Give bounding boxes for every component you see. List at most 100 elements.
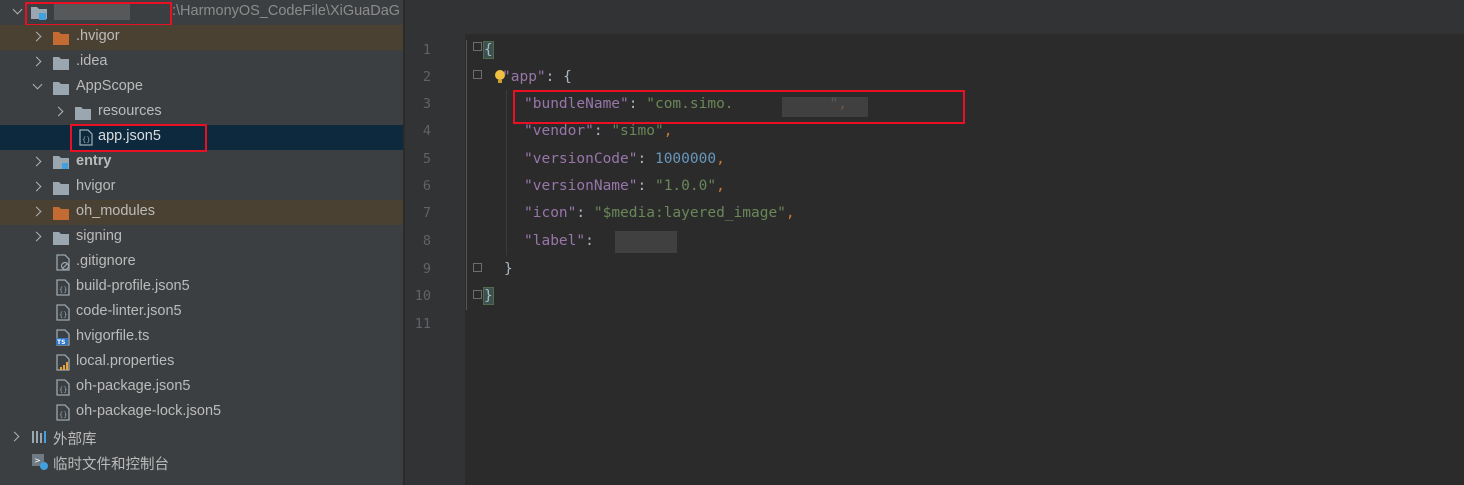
colon: : xyxy=(637,178,655,194)
colon: : xyxy=(545,69,564,85)
tree-item-appscope[interactable]: AppScope xyxy=(0,75,403,100)
chevron-right-icon[interactable] xyxy=(30,200,46,225)
comma: , xyxy=(785,205,795,221)
chevron-right-icon[interactable] xyxy=(30,175,46,200)
tree-item-resources[interactable]: resources xyxy=(0,100,403,125)
code-text: "app": { xyxy=(502,69,572,85)
highlight-box-project-root xyxy=(25,2,172,26)
chevron-down-icon[interactable] xyxy=(10,0,26,25)
json-string-value: "$media:layered_image" xyxy=(593,205,786,221)
line-number: 8 xyxy=(422,233,431,249)
code-text: "versionCode": 1000000, xyxy=(524,151,725,167)
code-text: { xyxy=(483,41,494,59)
code-line-7: 7 "icon": "$media:layered_image", xyxy=(405,200,1464,227)
scratches-icon: > xyxy=(31,453,48,470)
line-number: 1 xyxy=(422,42,431,58)
json5-file-icon: {} xyxy=(55,379,71,396)
json-number-value: 1000000 xyxy=(654,151,717,167)
chevron-right-icon[interactable] xyxy=(8,425,24,450)
chevron-right-icon[interactable] xyxy=(30,50,46,75)
tree-item-label: entry xyxy=(76,153,112,169)
json-key: "label" xyxy=(524,233,586,249)
open-brace: { xyxy=(483,41,494,59)
line-number: 10 xyxy=(414,288,431,304)
tree-item-entry[interactable]: entry xyxy=(0,150,403,175)
code-line-2: 2 "app": { xyxy=(405,64,1464,91)
tree-item-label: oh-package-lock.json5 xyxy=(76,403,222,419)
redacted-label-value xyxy=(615,231,677,253)
tree-item-oh-package[interactable]: {} oh-package.json5 xyxy=(0,375,403,400)
code-line-6: 6 "versionName": "1.0.0", xyxy=(405,173,1464,200)
tree-item-oh-modules[interactable]: oh_modules xyxy=(0,200,403,225)
json5-file-icon: {} xyxy=(55,404,71,421)
json5-file-icon: {} xyxy=(55,304,71,321)
project-tree-panel: :\HarmonyOS_CodeFile\XiGuaDaG .hvigor .i… xyxy=(0,0,403,485)
tree-item-idea[interactable]: .idea xyxy=(0,50,403,75)
code-line-10: 10 } xyxy=(405,283,1464,310)
tree-item-code-linter[interactable]: {} code-linter.json5 xyxy=(0,300,403,325)
tree-item-hvigor[interactable]: hvigor xyxy=(0,175,403,200)
code-line-8: 8 "label": xyxy=(405,228,1464,255)
chevron-down-icon[interactable] xyxy=(30,75,46,100)
editor-top-strip xyxy=(405,0,1464,34)
line-number: 5 xyxy=(422,151,431,167)
code-text: "icon": "$media:layered_image", xyxy=(524,205,795,221)
tree-item-hvigorfile[interactable]: TS hvigorfile.ts xyxy=(0,325,403,350)
svg-text:>: > xyxy=(34,456,41,465)
tree-item-signing[interactable]: signing xyxy=(0,225,403,250)
tree-item-label: hvigor xyxy=(76,178,116,194)
tree-item-label: oh-package.json5 xyxy=(76,378,191,394)
line-number: 6 xyxy=(422,178,431,194)
tree-item-label: .gitignore xyxy=(76,253,136,269)
chevron-right-icon[interactable] xyxy=(52,100,68,125)
line-number: 3 xyxy=(422,96,431,112)
json-string-value: "simo" xyxy=(611,123,664,139)
highlight-box-bundle-name xyxy=(513,90,965,124)
tree-item-oh-package-lock[interactable]: {} oh-package-lock.json5 xyxy=(0,400,403,425)
chevron-right-icon[interactable] xyxy=(30,225,46,250)
folder-icon xyxy=(75,105,91,120)
libraries-icon xyxy=(31,429,47,444)
folder-icon xyxy=(53,205,69,220)
open-brace: { xyxy=(563,69,572,85)
tree-item-local-properties[interactable]: local.properties xyxy=(0,350,403,375)
tree-item-label: local.properties xyxy=(76,353,175,369)
code-line-11: 11 xyxy=(405,311,1464,338)
folder-icon xyxy=(53,55,69,70)
ts-file-icon: TS xyxy=(55,329,71,346)
properties-file-icon xyxy=(55,354,71,371)
code-text: "label": xyxy=(524,233,603,249)
tree-item-gitignore[interactable]: .gitignore xyxy=(0,250,403,275)
svg-text:{}: {} xyxy=(59,311,67,319)
comma: , xyxy=(716,178,725,194)
line-number: 11 xyxy=(414,316,431,332)
folder-icon xyxy=(53,30,69,45)
colon: : xyxy=(585,233,603,249)
tree-item-label: build-profile.json5 xyxy=(76,278,190,294)
tree-item-label: .idea xyxy=(76,53,108,69)
line-number: 4 xyxy=(422,123,431,139)
tree-item-label: AppScope xyxy=(76,78,143,94)
tree-item-hvigor-cache[interactable]: .hvigor xyxy=(0,25,403,50)
tree-item-label: resources xyxy=(98,103,162,119)
svg-text:{}: {} xyxy=(59,411,67,419)
code-editor[interactable]: 1 { 2 "app": { 3 "bundleName": "com.simo… xyxy=(405,0,1464,485)
folder-icon xyxy=(53,80,69,95)
folder-icon xyxy=(53,180,69,195)
tree-item-external-libraries[interactable]: 外部库 xyxy=(0,425,403,450)
comma: , xyxy=(716,151,725,167)
chevron-right-icon[interactable] xyxy=(30,150,46,175)
tree-item-label: 临时文件和控制台 xyxy=(53,457,169,473)
tree-item-scratches[interactable]: > 临时文件和控制台 xyxy=(0,450,403,475)
line-number: 9 xyxy=(422,261,431,277)
tree-item-label: hvigorfile.ts xyxy=(76,328,150,344)
tree-item-label: code-linter.json5 xyxy=(76,303,182,319)
tree-item-build-profile[interactable]: {} build-profile.json5 xyxy=(0,275,403,300)
chevron-right-icon[interactable] xyxy=(30,25,46,50)
code-line-5: 5 "versionCode": 1000000, xyxy=(405,146,1464,173)
line-number: 7 xyxy=(422,205,431,221)
line-number: 2 xyxy=(422,69,431,85)
module-folder-icon xyxy=(53,155,69,170)
json-key: "app" xyxy=(502,69,546,85)
tree-item-label: oh_modules xyxy=(76,203,155,219)
